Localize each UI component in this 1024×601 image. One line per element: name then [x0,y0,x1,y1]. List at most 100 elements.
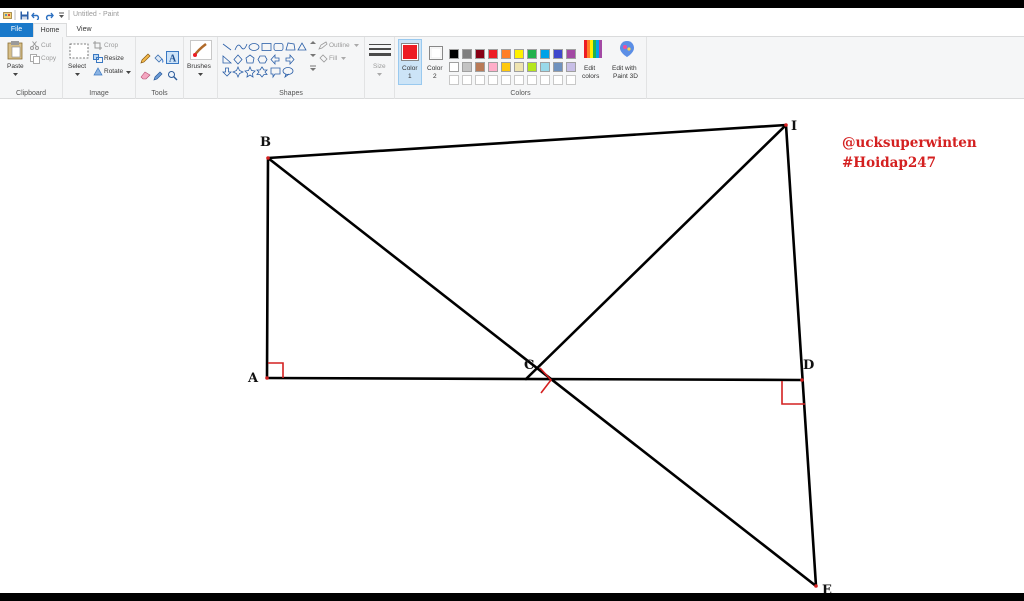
fill-label[interactable]: Fill [329,55,337,62]
palette-swatch[interactable] [566,49,576,59]
segment-CI [524,123,788,381]
custom-color-slot[interactable] [553,75,563,85]
size-label[interactable]: Size [373,63,386,70]
point-label-A: A [247,371,259,386]
palette-swatch[interactable] [462,49,472,59]
redo-icon[interactable] [44,10,54,20]
custom-color-slot[interactable] [475,75,485,85]
shapes-expand-icon[interactable] [310,65,316,73]
shapes-scroll-up-icon[interactable] [310,40,316,47]
palette-swatch[interactable] [527,62,537,72]
copy-icon[interactable] [30,54,40,66]
shape-left-arrow-icon [270,53,280,66]
resize-label[interactable]: Resize [104,55,124,62]
edit-colors-label-line1[interactable]: Edit [584,65,595,72]
palette-swatch[interactable] [553,49,563,59]
select-icon[interactable] [69,43,89,61]
shape-pentagon-icon [245,54,255,64]
magnifier-icon[interactable] [167,70,178,83]
crop-label[interactable]: Crop [104,42,118,49]
edit-colors-icon[interactable] [584,40,602,60]
palette-swatch[interactable] [488,49,498,59]
palette-swatch[interactable] [514,49,524,59]
drawing-canvas[interactable]: B I A C D E [0,99,1024,593]
paste-icon[interactable] [6,40,24,62]
brushes-label[interactable]: Brushes [187,63,211,70]
segment-BI [266,123,788,160]
palette-swatch[interactable] [540,49,550,59]
palette-swatch[interactable] [553,62,563,72]
shapes-scroll-down-icon[interactable] [310,53,316,60]
point-D-dot [800,378,804,382]
paste-label[interactable]: Paste [7,63,24,70]
palette-swatch[interactable] [540,62,550,72]
color1-number[interactable]: 1 [408,73,412,80]
save-icon[interactable] [19,10,29,20]
shapes-gallery[interactable] [220,40,310,88]
size-icon[interactable] [369,43,391,61]
custom-color-slot[interactable] [566,75,576,85]
cut-icon[interactable] [30,41,39,52]
shape-curve-icon [234,43,248,51]
custom-color-slot[interactable] [462,75,472,85]
palette-swatch[interactable] [501,49,511,59]
brushes-dropdown-icon[interactable] [198,72,203,79]
size-dropdown-icon[interactable] [377,72,382,79]
tab-file[interactable]: File [0,23,33,37]
rotate-dropdown-icon[interactable] [126,70,131,77]
custom-color-slot[interactable] [540,75,550,85]
custom-color-slot[interactable] [501,75,511,85]
palette-swatch[interactable] [527,49,537,59]
palette-swatch[interactable] [475,62,485,72]
paste-dropdown-icon[interactable] [13,72,18,79]
eraser-icon[interactable] [140,70,151,82]
palette-swatch[interactable] [462,62,472,72]
palette-swatch[interactable] [488,62,498,72]
color2-swatch[interactable] [429,46,443,62]
custom-color-slot[interactable] [514,75,524,85]
crop-icon[interactable] [93,41,102,52]
custom-color-slot[interactable] [527,75,537,85]
undo-icon[interactable] [31,10,41,20]
pencil-icon[interactable] [140,53,151,66]
rotate-icon[interactable] [93,67,103,78]
resize-icon[interactable] [93,54,103,65]
palette-swatch[interactable] [566,62,576,72]
right-angle-marker-A [268,362,284,378]
copy-label[interactable]: Copy [41,55,56,62]
titlebar-separator [67,10,71,20]
palette-swatch[interactable] [475,49,485,59]
paint-3d-icon[interactable] [619,40,635,60]
palette-swatch[interactable] [449,62,459,72]
color1-label[interactable]: Color [402,65,418,72]
palette-swatch[interactable] [501,62,511,72]
select-label[interactable]: Select [68,63,86,70]
paint-3d-label-line1[interactable]: Edit with [612,65,637,72]
fill-bucket-icon[interactable] [153,53,164,66]
color1-swatch[interactable] [401,43,419,63]
custom-color-slot[interactable] [488,75,498,85]
customize-quick-access-icon[interactable] [57,10,65,20]
edit-colors-label-line2[interactable]: colors [582,73,599,80]
color2-number[interactable]: 2 [433,73,437,80]
color-picker-icon[interactable] [153,70,164,83]
outline-icon[interactable] [318,41,328,52]
custom-color-slot[interactable] [449,75,459,85]
paint-app-icon[interactable] [2,10,12,20]
point-A-dot [265,376,269,380]
cut-label[interactable]: Cut [41,42,51,49]
palette-swatch[interactable] [514,62,524,72]
tab-view[interactable]: View [67,23,101,37]
fill-icon[interactable] [318,54,328,65]
fill-dropdown-icon[interactable] [341,56,346,63]
palette-swatch[interactable] [449,49,459,59]
tab-home[interactable]: Home [33,23,67,37]
color2-label[interactable]: Color [427,65,443,72]
paint-3d-label-line2[interactable]: Paint 3D [613,73,638,80]
outline-dropdown-icon[interactable] [354,43,359,50]
select-dropdown-icon[interactable] [75,72,80,79]
text-tool-icon[interactable]: A [166,51,179,66]
rotate-label[interactable]: Rotate [104,68,123,75]
outline-label[interactable]: Outline [329,42,350,49]
brushes-icon[interactable] [190,40,212,62]
